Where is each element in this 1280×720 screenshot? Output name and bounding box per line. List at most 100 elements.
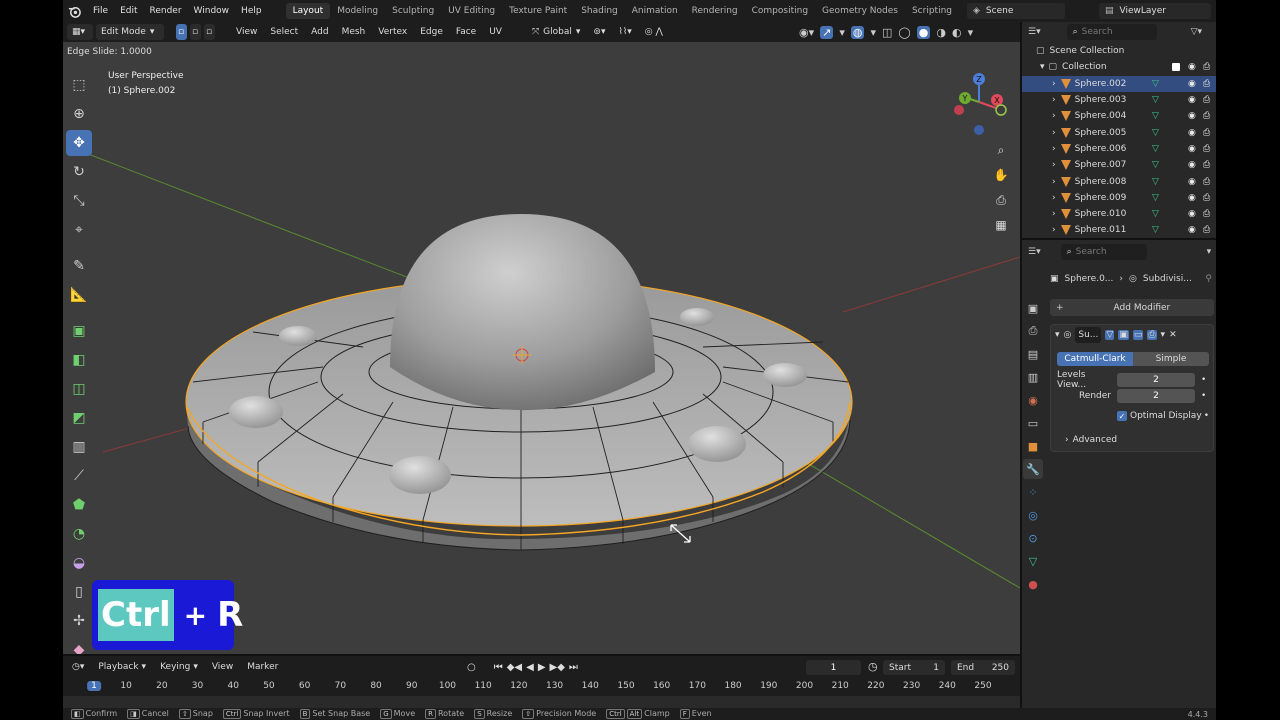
material-tab-icon[interactable]: ● xyxy=(1023,574,1043,594)
jump-end-icon[interactable]: ⏭ xyxy=(569,662,578,673)
gizmo-icon[interactable]: ↗ xyxy=(820,25,834,39)
edge-slide-icon[interactable]: ▯ xyxy=(66,579,92,605)
filter-icon[interactable]: ▽▾ xyxy=(1191,27,1202,37)
camera-restrict-icon[interactable]: ⎙ xyxy=(1203,79,1210,89)
vertex-select-button[interactable]: ▫ xyxy=(176,24,187,40)
mesh-data-icon[interactable]: ▽ xyxy=(1152,128,1159,138)
add-modifier-button[interactable]: + Add Modifier xyxy=(1050,299,1214,316)
tab-shading[interactable]: Shading xyxy=(574,3,625,19)
camera-restrict-icon[interactable]: ⎙ xyxy=(1203,177,1210,187)
loopcut-icon[interactable]: ▥ xyxy=(66,434,92,460)
menu-edge[interactable]: Edge xyxy=(415,24,448,40)
chevron-right-icon[interactable]: › xyxy=(1052,95,1056,105)
timeline-editor-icon[interactable]: ◷▾ xyxy=(67,659,89,675)
spin-icon[interactable]: ◔ xyxy=(66,521,92,547)
scale-icon[interactable]: ⤡ xyxy=(66,188,92,214)
polybuild-icon[interactable]: ⬟ xyxy=(66,492,92,518)
blender-logo-icon[interactable] xyxy=(65,2,83,20)
outliner-editor-icon[interactable]: ☰▾ xyxy=(1028,27,1041,37)
knife-icon[interactable]: ⟋ xyxy=(66,463,92,489)
world-tab-icon[interactable]: ▭ xyxy=(1023,413,1043,433)
chevron-down-icon[interactable]: ▾ xyxy=(1055,330,1060,340)
gizmo-dropdown-icon[interactable]: ▾ xyxy=(839,26,845,39)
camera-restrict-icon[interactable]: ⎙ xyxy=(1203,225,1210,235)
menu-uv[interactable]: UV xyxy=(484,24,507,40)
eye-icon[interactable]: ◉ xyxy=(1188,95,1196,105)
orientation-selector[interactable]: ⤧ Global ▾ xyxy=(527,24,585,40)
menu-window[interactable]: Window xyxy=(188,6,236,16)
eye-icon[interactable]: ◉ xyxy=(1188,160,1196,170)
viewport-toggle-icon[interactable]: ▭ xyxy=(1132,330,1144,340)
menu-vertex[interactable]: Vertex xyxy=(373,24,412,40)
menu-help[interactable]: Help xyxy=(235,6,268,16)
play-icon[interactable]: ▶ xyxy=(538,662,546,673)
menu-edit[interactable]: Edit xyxy=(114,6,143,16)
grid-icon[interactable]: ▦ xyxy=(991,215,1011,235)
menu-face[interactable]: Face xyxy=(451,24,481,40)
modifier-name-field[interactable]: Su... xyxy=(1075,327,1102,343)
eye-icon[interactable]: ◉ xyxy=(1188,144,1196,154)
eye-icon[interactable]: ◉ xyxy=(1188,225,1196,235)
camera-restrict-icon[interactable]: ⎙ xyxy=(1203,128,1210,138)
shear-icon[interactable]: ◆ xyxy=(66,637,92,654)
extrude-icon[interactable]: ◧ xyxy=(66,347,92,373)
transform-icon[interactable]: ⌖ xyxy=(66,217,92,243)
view-layer-tab-icon[interactable]: ▥ xyxy=(1023,367,1043,387)
properties-options-icon[interactable]: ▾ xyxy=(1207,247,1212,257)
timeline-marker-menu[interactable]: Marker xyxy=(242,659,283,675)
constraints-tab-icon[interactable]: ⊙ xyxy=(1023,528,1043,548)
mesh-data-icon[interactable]: ▽ xyxy=(1152,111,1159,121)
chevron-right-icon[interactable]: › xyxy=(1052,225,1056,235)
tab-uv-editing[interactable]: UV Editing xyxy=(441,3,502,19)
measure-icon[interactable]: 📐 xyxy=(66,282,92,308)
view-layer-selector[interactable]: ▤ ViewLayer xyxy=(1099,3,1211,19)
tab-modeling[interactable]: Modeling xyxy=(330,3,385,19)
mesh-data-icon[interactable]: ▽ xyxy=(1152,177,1159,187)
close-icon[interactable]: ✕ xyxy=(1169,330,1177,340)
select-box-tool-icon[interactable]: ⬚ xyxy=(66,72,92,98)
shading-dropdown-icon[interactable]: ▾ xyxy=(968,26,974,39)
collection-row[interactable]: ▾ ▢ Collection ◉ ⎙ xyxy=(1022,59,1216,75)
inset-icon[interactable]: ◫ xyxy=(66,376,92,402)
next-keyframe-icon[interactable]: ▶◆ xyxy=(550,662,565,673)
menu-add[interactable]: Add xyxy=(306,24,333,40)
jump-start-icon[interactable]: ⏮ xyxy=(494,662,503,673)
pin-icon[interactable]: ⚲ xyxy=(1205,274,1212,284)
tab-geometry-nodes[interactable]: Geometry Nodes xyxy=(815,3,905,19)
particles-tab-icon[interactable]: ⁘ xyxy=(1023,482,1043,502)
advanced-subpanel[interactable]: › Advanced xyxy=(1065,433,1117,447)
scene-collection-row[interactable]: ▢ Scene Collection xyxy=(1022,43,1216,59)
wireframe-shading-icon[interactable]: ◯ xyxy=(898,26,910,39)
outliner-item[interactable]: › Sphere.002 ▽ ◉ ⎙ xyxy=(1022,75,1216,92)
menu-file[interactable]: File xyxy=(87,6,114,16)
tool-tab-icon[interactable]: ▣ xyxy=(1023,298,1043,318)
camera-restrict-icon[interactable]: ⎙ xyxy=(1203,193,1210,203)
mesh-data-icon[interactable]: ▽ xyxy=(1152,144,1159,154)
eye-icon[interactable]: ◉ xyxy=(1188,177,1196,187)
camera-restrict-icon[interactable]: ⎙ xyxy=(1203,95,1210,105)
material-shading-icon[interactable]: ◑ xyxy=(936,26,946,39)
outliner-search[interactable]: ⌕ Search xyxy=(1066,24,1157,40)
timeline-ruler[interactable]: 1 10 20 30 40 50 60 70 80 90 100 110 120 130 140 150 160… xyxy=(63,678,1020,696)
editmode-toggle-icon[interactable]: ▽ xyxy=(1105,330,1115,340)
chevron-right-icon[interactable]: › xyxy=(1052,209,1056,219)
menu-view[interactable]: View xyxy=(231,24,262,40)
eye-icon[interactable]: ◉ xyxy=(1188,62,1196,72)
overlay-dropdown-icon[interactable]: ▾ xyxy=(870,26,876,39)
chevron-right-icon[interactable]: › xyxy=(1052,111,1056,121)
eye-icon[interactable]: ◉ xyxy=(1188,79,1196,89)
navigation-gizmo[interactable]: Z X Y xyxy=(949,70,1009,136)
data-tab-icon[interactable]: ▽ xyxy=(1023,551,1043,571)
clock-icon[interactable]: ◷ xyxy=(868,660,878,673)
add-cube-icon[interactable]: ▣ xyxy=(66,318,92,344)
camera-restrict-icon[interactable]: ⎙ xyxy=(1203,160,1210,170)
camera-icon[interactable]: ⎙ xyxy=(991,190,1011,210)
menu-render[interactable]: Render xyxy=(144,6,188,16)
visibility-icon[interactable]: ◉▾ xyxy=(799,26,814,39)
outliner-item[interactable]: › Sphere.009 ▽ ◉ ⎙ xyxy=(1022,190,1216,206)
timeline-body[interactable] xyxy=(63,696,1020,708)
play-reverse-icon[interactable]: ◀ xyxy=(526,662,534,673)
outliner-item[interactable]: › Sphere.003 ▽ ◉ ⎙ xyxy=(1022,92,1216,108)
chevron-right-icon[interactable]: › xyxy=(1052,79,1056,89)
eye-icon[interactable]: ◉ xyxy=(1188,209,1196,219)
